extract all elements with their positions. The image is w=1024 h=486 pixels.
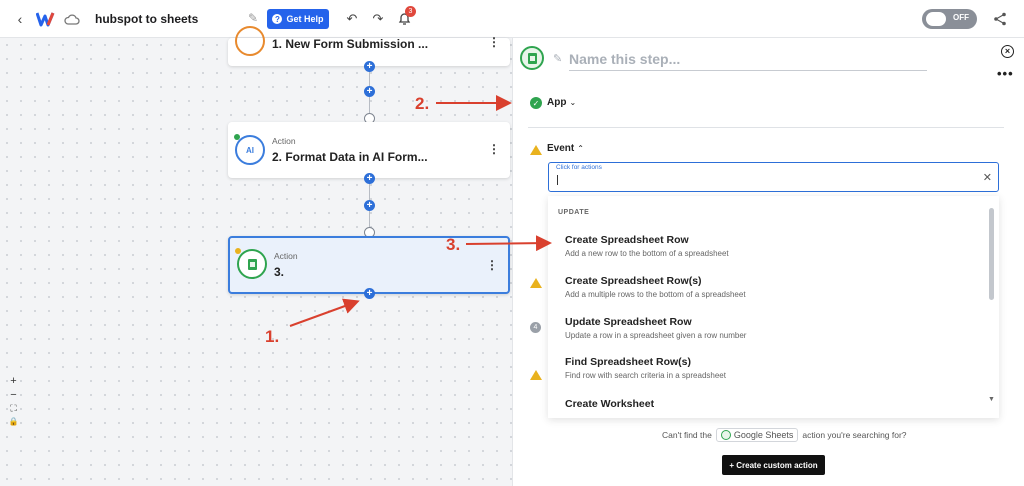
edit-title-pencil-icon[interactable]: ✎ (246, 11, 260, 25)
google-sheets-mini-icon (720, 430, 731, 440)
hubspot-icon (235, 26, 265, 56)
format-data-card[interactable]: AI Action 2. Format Data in AI Form... ⋮ (228, 122, 510, 178)
google-sheets-app-icon (520, 46, 544, 70)
fit-view-icon[interactable]: ⛶ (6, 403, 21, 417)
dropdown-group-label: UPDATE (558, 209, 590, 216)
dropdown-item-title: Find Spreadsheet Row(s) (565, 356, 692, 368)
dropdown-item-create-worksheet[interactable]: Create Worksheet (548, 390, 986, 418)
dropdown-item-desc: Update a row in a spreadsheet given a ro… (565, 331, 747, 340)
cant-find-suffix: action you're searching for? (802, 430, 907, 440)
create-custom-action-button[interactable]: + Create custom action (722, 455, 825, 475)
dropdown-item-title: Create Spreadsheet Row(s) (565, 275, 702, 287)
ai-formatter-icon: AI (235, 135, 265, 165)
app-logo[interactable] (36, 9, 58, 29)
app-section-label: App (547, 97, 567, 108)
notification-badge: 3 (405, 6, 416, 17)
zoom-in-icon[interactable]: + (6, 375, 21, 389)
add-step-plus-icon[interactable]: + (364, 86, 375, 97)
dropdown-item-title: Create Worksheet (565, 398, 655, 410)
add-step-plus-icon[interactable]: + (364, 200, 375, 211)
card-kind-label: Action (274, 251, 298, 261)
format-data-card-name: 2. Format Data in AI Form... (272, 150, 428, 164)
app-check-icon: ✓ (530, 97, 542, 109)
scroll-down-icon[interactable]: ▼ (988, 396, 995, 403)
zoom-controls: + − ⛶ 🔒 (6, 375, 21, 431)
toggle-label: OFF (953, 13, 969, 22)
workflow-toggle[interactable]: OFF (922, 9, 977, 29)
step-name-pencil-icon: ✎ (553, 53, 563, 65)
annotation-label-3: 3. (446, 235, 461, 254)
chevron-up-icon: ⌃ (577, 144, 584, 153)
clear-input-icon[interactable]: ✕ (983, 171, 992, 184)
dropdown-item-desc: Add a new row to the bottom of a spreads… (565, 249, 729, 258)
dropdown-item-find-spreadsheet-rows[interactable]: Find Spreadsheet Row(s) Find row with se… (548, 348, 986, 388)
get-help-button[interactable]: ? Get Help (267, 9, 329, 29)
card-menu-icon[interactable]: ⋮ (486, 258, 498, 272)
search-input-label: Click for actions (556, 164, 602, 171)
warning-icon (530, 370, 542, 380)
get-help-label: Get Help (286, 14, 324, 24)
event-warning-icon (530, 145, 542, 155)
event-dropdown: UPDATE Create Spreadsheet Row Add a new … (548, 196, 999, 418)
app-section-toggle[interactable]: App ⌄ (547, 97, 576, 108)
annotation-label-1: 1. (265, 327, 280, 346)
google-sheets-chip: Google Sheets (715, 428, 799, 442)
add-step-plus-icon[interactable]: + (364, 288, 375, 299)
sheets-doc-icon (247, 258, 257, 270)
cloud-icon[interactable] (63, 10, 81, 28)
sheets-doc-icon (527, 52, 537, 64)
event-section-toggle[interactable]: Event ⌃ (547, 143, 584, 154)
google-sheets-icon (237, 249, 267, 279)
sheets-step-card[interactable]: Action 3. ⋮ (228, 236, 510, 294)
cant-find-prefix: Can't find the (662, 430, 712, 440)
help-question-icon: ? (272, 14, 283, 24)
dropdown-item-update-spreadsheet-row[interactable]: Update Spreadsheet Row Update a row in a… (548, 308, 986, 348)
toggle-knob (926, 12, 946, 26)
divider (528, 127, 1004, 128)
ai-badge: AI (246, 145, 254, 155)
dropdown-item-create-spreadsheet-row[interactable]: Create Spreadsheet Row Add a new row to … (548, 226, 986, 266)
event-search-input[interactable]: Click for actions ✕ (548, 162, 999, 192)
dropdown-item-desc: Find row with search criteria in a sprea… (565, 371, 726, 380)
trigger-card-name: 1. New Form Submission ... (272, 37, 429, 51)
undo-icon[interactable]: ↶ (344, 11, 360, 27)
dropdown-item-title: Update Spreadsheet Row (565, 316, 692, 328)
card-menu-icon[interactable]: ⋮ (488, 35, 500, 49)
dropdown-item-desc: Add a multiple rows to the bottom of a s… (565, 290, 746, 299)
close-panel-icon[interactable]: × (1001, 45, 1014, 58)
lock-icon[interactable]: 🔒 (6, 417, 21, 431)
step-number-icon: 4 (530, 322, 541, 333)
cant-find-text: Can't find the Google Sheets action you'… (662, 428, 907, 442)
status-dot (234, 134, 240, 140)
dropdown-item-title: Create Spreadsheet Row (565, 234, 689, 246)
warning-icon (530, 278, 542, 288)
back-arrow-icon[interactable]: ‹ (12, 10, 28, 28)
top-bar: ‹ hubspot to sheets ✎ ? Get Help ↶ ↷ 3 O… (0, 0, 1024, 38)
dropdown-item-create-spreadsheet-rows[interactable]: Create Spreadsheet Row(s) Add a multiple… (548, 267, 986, 307)
chevron-down-icon: ⌄ (569, 98, 577, 107)
text-caret (557, 175, 558, 185)
more-options-icon[interactable]: ••• (997, 66, 1014, 81)
event-section-label: Event (547, 143, 575, 154)
card-menu-icon[interactable]: ⋮ (488, 142, 500, 156)
redo-icon[interactable]: ↷ (370, 11, 386, 27)
dropdown-scrollbar[interactable] (989, 208, 994, 300)
add-step-plus-icon[interactable]: + (364, 173, 375, 184)
step-name-input[interactable]: Name this step... (569, 51, 927, 71)
card-kind-label: Action (272, 136, 296, 146)
workflow-title[interactable]: hubspot to sheets (95, 12, 198, 26)
sheets-step-card-name: 3. (274, 265, 285, 279)
annotation-label-2: 2. (415, 94, 430, 113)
add-step-plus-icon[interactable]: + (364, 61, 375, 72)
zoom-out-icon[interactable]: − (6, 389, 21, 403)
chip-label: Google Sheets (733, 430, 794, 440)
share-icon[interactable] (991, 10, 1009, 28)
status-dot (235, 248, 241, 254)
